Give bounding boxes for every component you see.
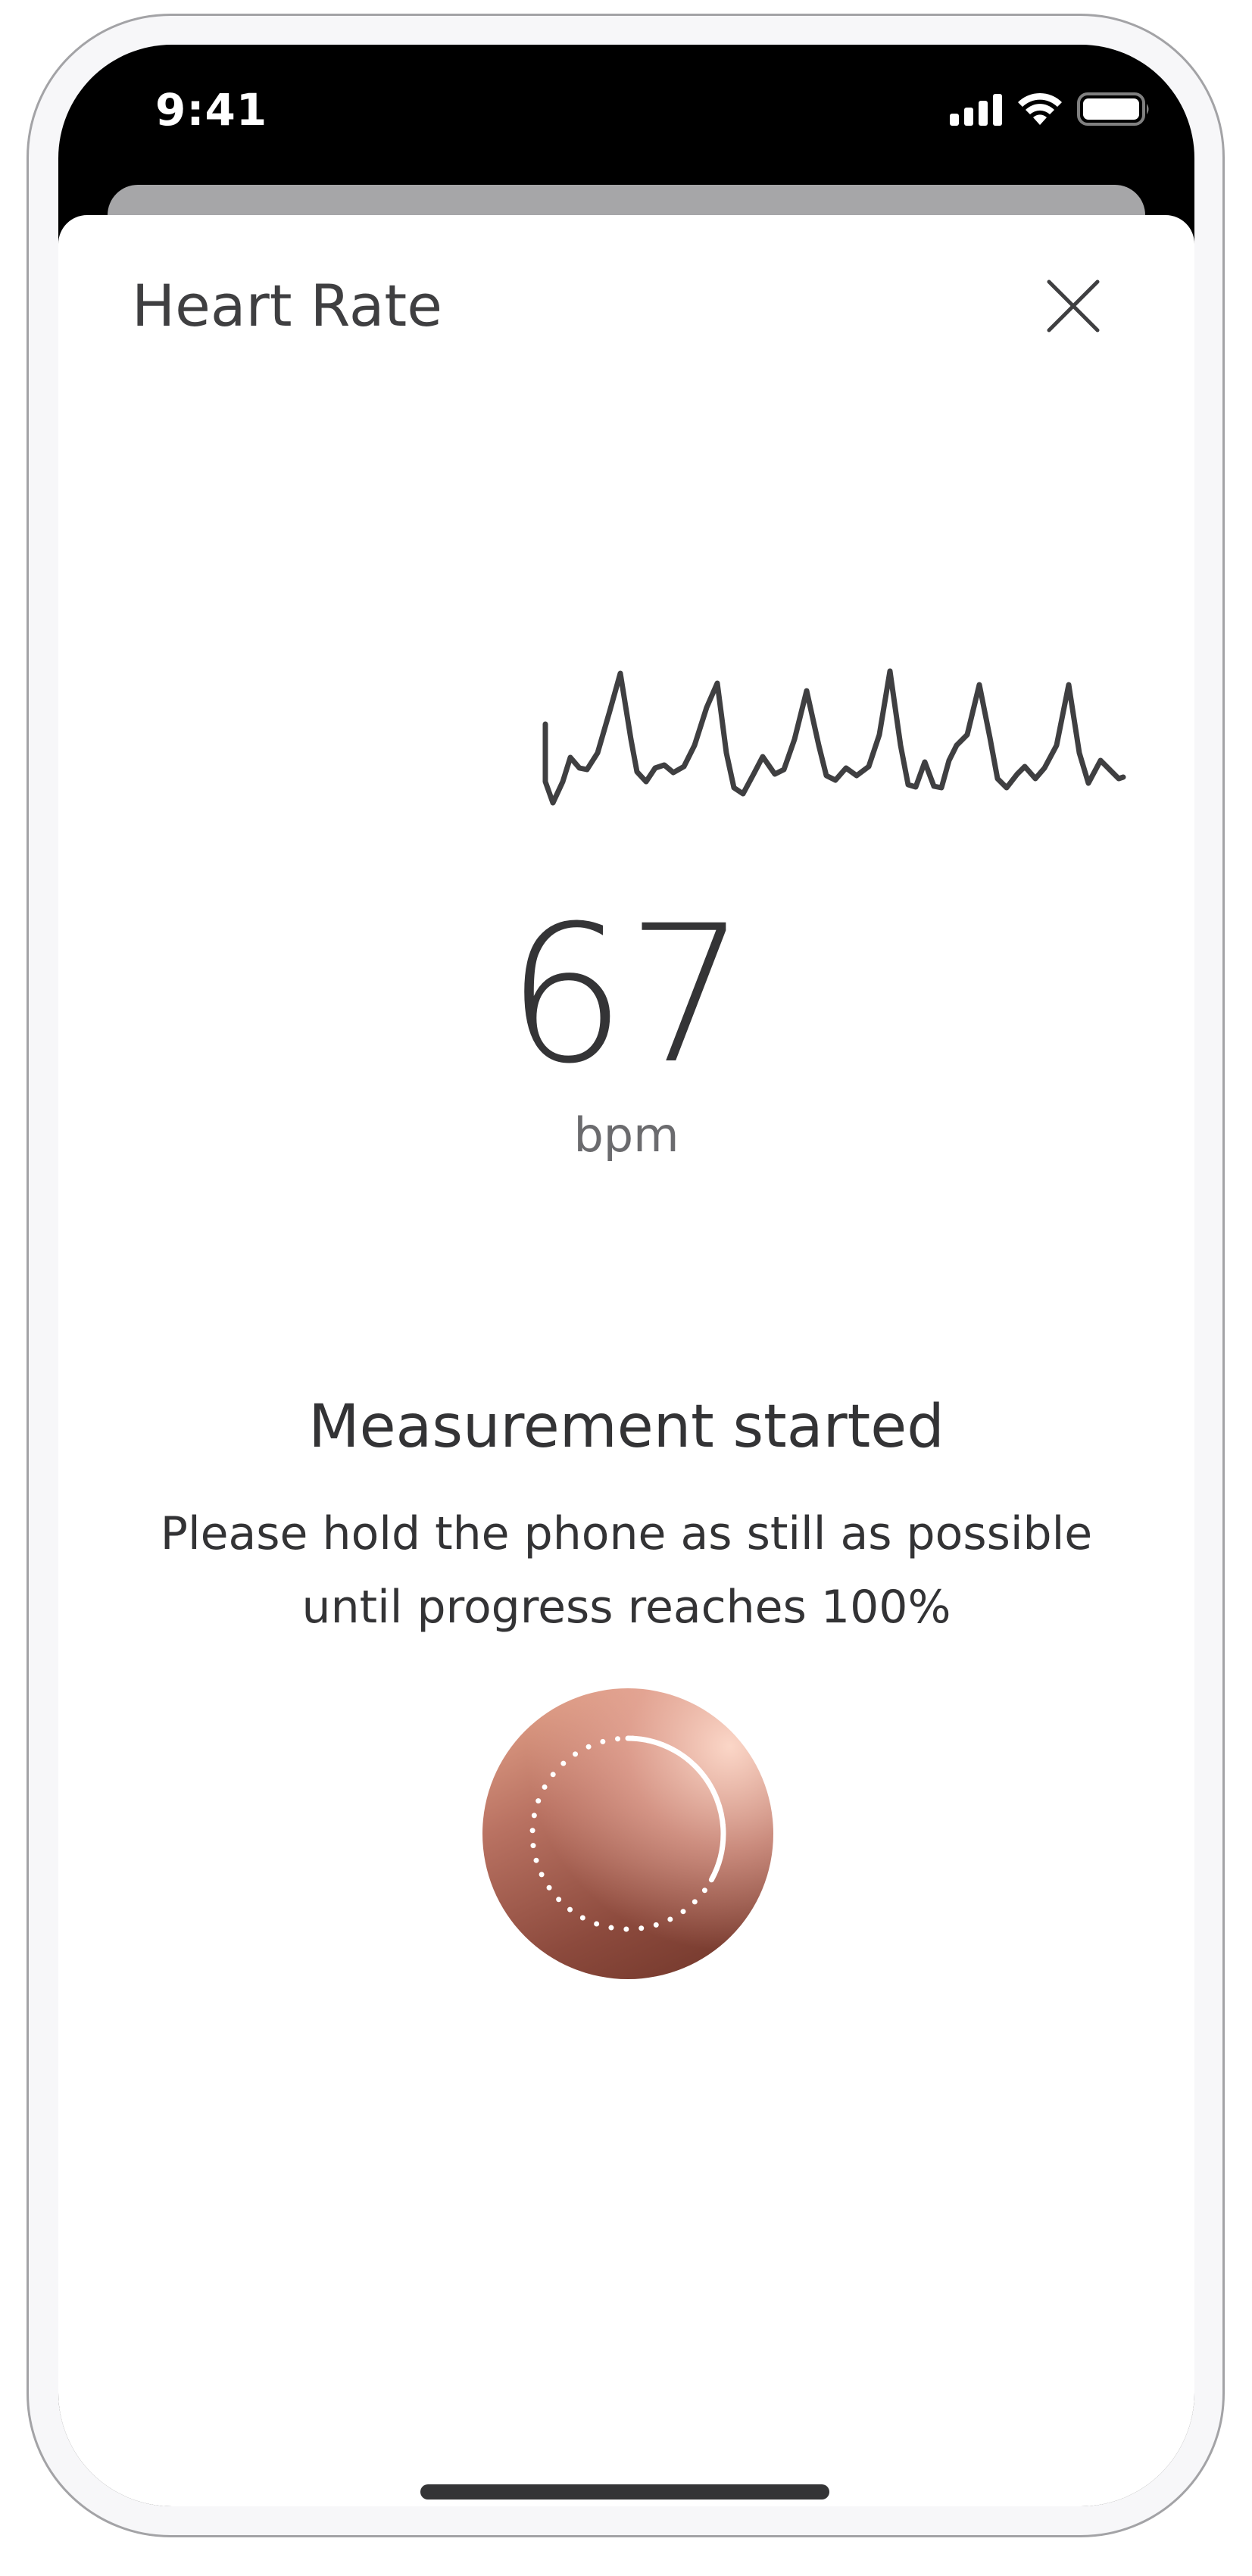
heart-rate-sheet: Heart Rate 67 bpm Measurement started Pl… — [58, 215, 1194, 2506]
status-time: 9:41 — [155, 84, 268, 136]
status-icons — [950, 92, 1151, 126]
cellular-signal-icon — [950, 94, 1002, 126]
close-icon[interactable] — [1043, 276, 1104, 336]
heart-rate-value: 67 — [505, 885, 748, 1105]
progress-ring-icon — [529, 1735, 726, 1932]
wifi-icon — [1018, 92, 1062, 125]
instructions-line-2: until progress reaches 100% — [301, 1581, 951, 1634]
waveform-line — [542, 668, 1126, 806]
heart-rate-unit: bpm — [573, 1107, 679, 1163]
heart-waveform — [542, 668, 1126, 806]
instructions-line-1: Please hold the phone as still as possib… — [160, 1507, 1093, 1560]
status-instructions: Please hold the phone as still as possib… — [134, 1497, 1119, 1644]
home-indicator[interactable] — [420, 2484, 829, 2500]
status-heading: Measurement started — [308, 1393, 944, 1461]
status-bar: 9:41 — [58, 45, 1194, 189]
phone-screen: 9:41 Heart Rate 67 bpm Measurement start… — [58, 45, 1194, 2506]
battery-icon — [1077, 92, 1149, 126]
page-title: Heart Rate — [132, 272, 442, 339]
measurement-progress-indicator — [482, 1688, 773, 1979]
